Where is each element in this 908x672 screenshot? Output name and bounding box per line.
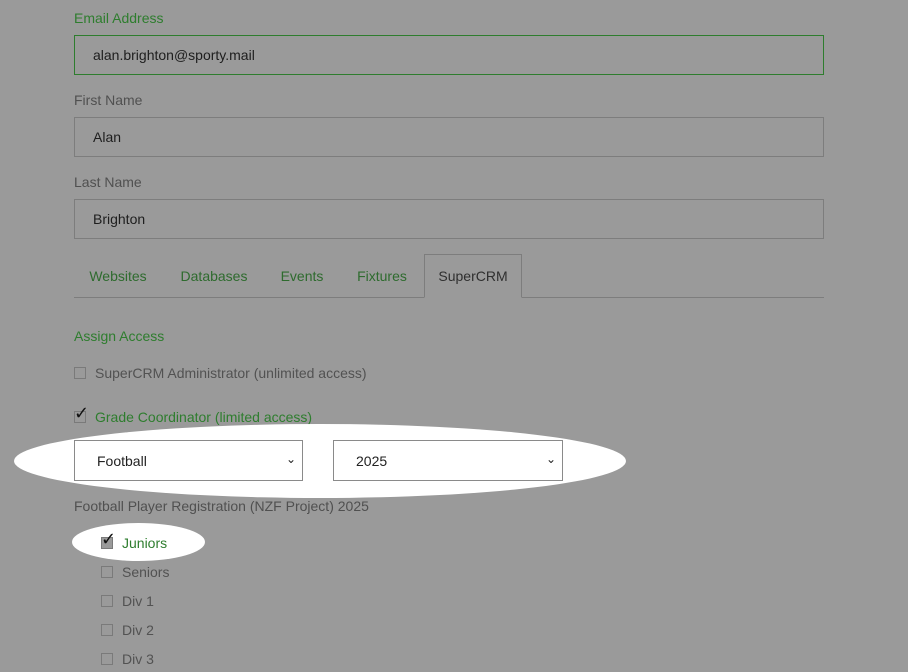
div2-checkbox[interactable] [101,624,113,636]
grade-label: Div 1 [122,593,154,609]
sport-select-value: Football [97,452,147,469]
admin-checkbox-row[interactable]: SuperCRM Administrator (unlimited access… [74,365,367,381]
year-select-value: 2025 [356,452,388,469]
tab-databases[interactable]: Databases [166,254,262,297]
tab-bar: Websites Databases Events Fixtures Super… [74,254,824,298]
coordinator-checkbox-row[interactable]: ✓ Grade Coordinator (limited access) [74,405,313,425]
last-name-field[interactable]: Brighton [74,199,824,239]
grade-row-div3[interactable]: Div 3 [101,651,154,667]
grade-label: Seniors [122,564,170,580]
admin-checkbox[interactable] [74,367,86,379]
coordinator-checkbox[interactable]: ✓ [74,405,89,423]
grade-label: Div 3 [122,651,154,667]
tab-fixtures[interactable]: Fixtures [342,254,422,297]
coordinator-label: Grade Coordinator (limited access) [95,409,313,425]
grade-label: Juniors [122,535,168,551]
chevron-down-icon: ⌄ [545,452,556,466]
seniors-checkbox[interactable] [101,566,113,578]
tab-supercrm[interactable]: SuperCRM [424,254,522,298]
chevron-down-icon: ⌄ [285,452,296,466]
assign-access-heading: Assign Access [74,328,165,344]
project-title: Football Player Registration (NZF Projec… [74,498,369,514]
grade-row-seniors[interactable]: Seniors [101,564,169,580]
checkmark-icon: ✓ [101,529,117,550]
first-name-field[interactable]: Alan [74,117,824,157]
juniors-checkbox[interactable]: ✓ [101,531,116,549]
year-select[interactable]: 2025 ⌄ [333,440,563,481]
admin-label: SuperCRM Administrator (unlimited access… [95,365,367,381]
div3-checkbox[interactable] [101,653,113,665]
grade-row-juniors[interactable]: ✓ Juniors [101,531,168,551]
grade-row-div2[interactable]: Div 2 [101,622,154,638]
checkmark-icon: ✓ [74,403,90,424]
div1-checkbox[interactable] [101,595,113,607]
tab-websites[interactable]: Websites [74,254,162,297]
email-field[interactable]: alan.brighton@sporty.mail [74,35,824,75]
last-name-label: Last Name [74,174,142,190]
grade-label: Div 2 [122,622,154,638]
sport-select[interactable]: Football ⌄ [74,440,303,481]
tab-events[interactable]: Events [266,254,338,297]
first-name-label: First Name [74,92,143,108]
grade-row-div1[interactable]: Div 1 [101,593,154,609]
email-label: Email Address [74,10,164,26]
